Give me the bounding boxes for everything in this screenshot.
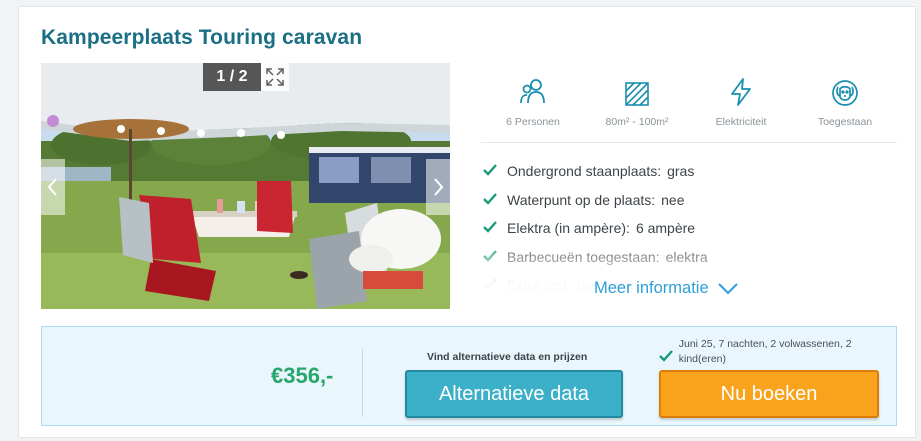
feature-label: Toegestaan — [817, 116, 873, 128]
persons-icon — [520, 79, 545, 104]
photo-gallery[interactable]: 1 / 2 — [41, 63, 450, 309]
more-info-label: Meer informatie — [594, 279, 709, 297]
alternative-dates-button[interactable]: Alternatieve data — [405, 370, 623, 418]
spec-row: Waterpunt op de plaats: nee — [481, 186, 901, 215]
booking-bar: €356,- Vind alternatieve data en prijzen… — [41, 326, 897, 426]
more-info-link[interactable]: Meer informatie — [594, 279, 738, 298]
chevron-right-icon — [434, 178, 444, 196]
spec-label: Waterpunt op de plaats: — [507, 191, 656, 208]
chevron-down-icon — [717, 282, 738, 294]
feature-label: 80m² - 100m² — [605, 116, 669, 128]
gallery-next-button[interactable] — [426, 159, 450, 215]
feature-label: 6 Personen — [506, 116, 560, 128]
expand-icon[interactable] — [261, 63, 289, 91]
booking-summary-text: Juni 25, 7 nachten, 2 volwassenen, 2 kin… — [678, 338, 852, 365]
gallery-counter: 1 / 2 — [203, 63, 261, 91]
spec-label: Elektra (in ampère): — [507, 220, 630, 237]
spec-value: gras — [667, 163, 695, 180]
spec-label: Ondergrond staanplaats: — [507, 163, 662, 180]
alternative-caption: Vind alternatieve data en prijzen — [427, 351, 588, 363]
chevron-left-icon — [47, 178, 57, 196]
booking-summary: Juni 25, 7 nachten, 2 volwassenen, 2 kin… — [659, 337, 879, 367]
campsite-photo — [41, 63, 450, 309]
check-icon — [483, 192, 505, 208]
book-now-button[interactable]: Nu boeken — [659, 370, 879, 418]
divider — [362, 349, 363, 417]
feature-electricity: Elektriciteit — [689, 73, 793, 142]
page-title: Kampeerplaats Touring caravan — [41, 26, 363, 49]
dog-icon — [832, 80, 858, 106]
price: €356,- — [271, 363, 334, 388]
check-icon — [483, 220, 505, 236]
feature-list: 6 Personen 80m² - 100m² Elektriciteit To… — [481, 73, 897, 143]
feature-label: Elektriciteit — [715, 116, 767, 128]
electricity-icon — [731, 78, 751, 106]
feature-persons: 6 Personen — [481, 73, 585, 142]
check-icon — [483, 163, 505, 179]
spec-value: 6 ampère — [635, 220, 696, 237]
gallery-prev-button[interactable] — [41, 159, 65, 215]
check-icon — [659, 337, 679, 367]
spec-row: Ondergrond staanplaats: gras — [481, 157, 901, 186]
feature-pets: Toegestaan — [793, 73, 897, 142]
listing-card: Kampeerplaats Touring caravan 1 / 2 6 Pe… — [18, 6, 916, 438]
spec-value: nee — [661, 191, 685, 208]
area-icon — [625, 82, 649, 106]
feature-area: 80m² - 100m² — [585, 73, 689, 142]
